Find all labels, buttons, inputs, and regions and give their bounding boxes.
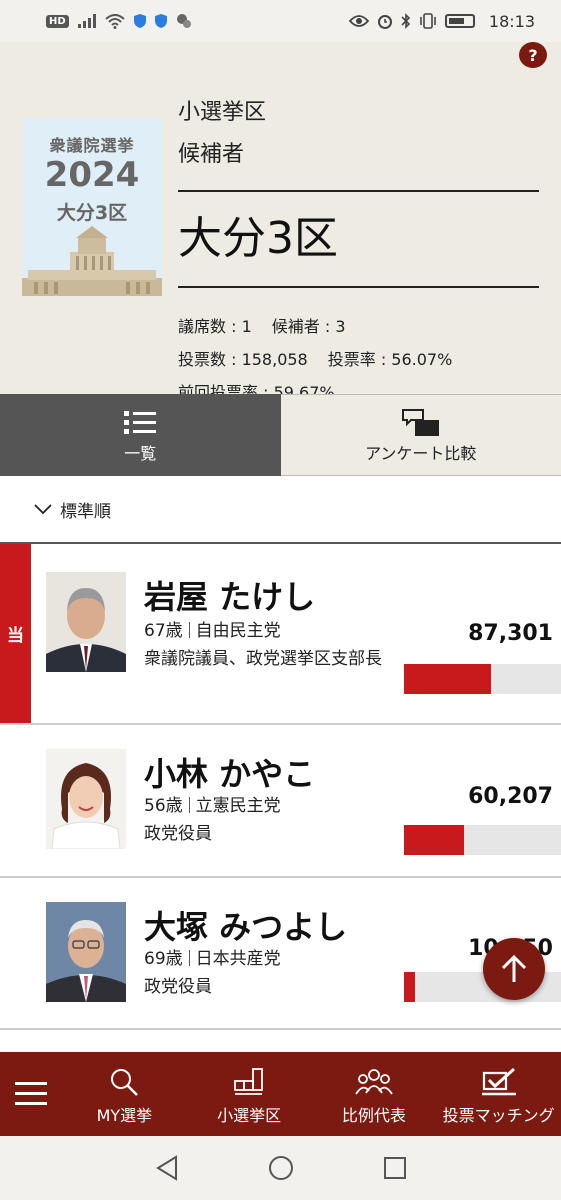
view-tabs: 一覧 アンケート比較 — [0, 394, 561, 476]
tab-list-label: 一覧 — [124, 444, 157, 463]
diet-building-icon — [22, 226, 162, 296]
eye-icon — [348, 15, 369, 27]
home-icon[interactable] — [267, 1154, 295, 1182]
candidate-party: 立憲民主党 — [195, 796, 281, 816]
scroll-to-top-button[interactable] — [483, 938, 545, 1000]
candidate-age-party: 56歳 立憲民主党 — [144, 792, 394, 820]
compare-icon — [401, 406, 441, 440]
candidate-votes: 60,207 — [468, 784, 553, 809]
chevron-down-icon — [34, 504, 52, 515]
bottom-navigation: MY選挙 小選挙区 比例代表 投票マッチング — [0, 1052, 561, 1136]
vote-share-bar — [404, 825, 561, 855]
divider — [178, 190, 539, 192]
candidate-card[interactable]: 小林 かやこ 56歳 立憲民主党 政党役員 60,207 — [0, 725, 561, 878]
election-badge: 衆議院選挙 2024 大分3区 — [22, 118, 162, 296]
candidate-name: 大塚 みつよし — [144, 908, 348, 946]
district-header: ? 衆議院選挙 2024 大分3区 小選挙区 候補者 大分3区 議席数 : 1 候… — [0, 42, 561, 402]
nav-label: 投票マッチング — [442, 1106, 555, 1125]
turnout: 投票率 : 56.07% — [327, 350, 453, 369]
candidate-card[interactable]: 当 岩屋 たけし 67歳 自由民主党 衆議院議員、政党選挙区支部長 87,301 — [0, 544, 561, 725]
badge-year: 2024 — [44, 155, 140, 195]
candidate-party: 日本共産党 — [195, 949, 281, 969]
nav-vote-matching[interactable]: 投票マッチング — [436, 1052, 561, 1136]
vote-check-icon — [480, 1062, 518, 1102]
candidate-age: 69歳 — [144, 949, 183, 969]
candidate-details: 56歳 立憲民主党 政党役員 — [144, 792, 394, 848]
clock: 18:13 — [488, 11, 535, 31]
candidate-party: 自由民主党 — [195, 621, 281, 641]
candidate-age-party: 69歳 日本共産党 — [144, 945, 394, 973]
back-icon[interactable] — [154, 1155, 180, 1181]
nav-label: 比例代表 — [341, 1106, 406, 1125]
alarm-icon — [377, 15, 392, 29]
sort-label: 標準順 — [60, 501, 111, 522]
vote-share-fill — [404, 825, 464, 855]
people-icon — [355, 1062, 393, 1102]
vote-share-bar — [404, 664, 561, 694]
candidate-role: 政党役員 — [144, 824, 212, 844]
vote-share-fill — [404, 664, 491, 694]
battery-icon — [444, 14, 475, 28]
candidate-photo — [46, 749, 126, 849]
stats-row-2: 投票数 : 158,058 投票率 : 56.07% — [178, 343, 539, 376]
district-icon — [233, 1062, 265, 1102]
sort-selector[interactable]: 標準順 — [0, 476, 561, 544]
wifi-icon — [105, 13, 125, 29]
stats-row-1: 議席数 : 1 候補者 : 3 — [178, 310, 539, 343]
election-category: 小選挙区 — [178, 100, 267, 125]
badge-district: 大分3区 — [56, 202, 128, 224]
winner-badge: 当 — [0, 544, 31, 723]
vibrate-icon — [420, 13, 436, 29]
nav-proportional[interactable]: 比例代表 — [312, 1052, 437, 1136]
seats-count: 議席数 : 1 — [178, 317, 252, 336]
page-title: 大分3区 — [178, 213, 338, 264]
signal-icon — [77, 14, 96, 28]
help-button[interactable]: ? — [519, 42, 547, 68]
tab-survey-compare-label: アンケート比較 — [365, 444, 477, 463]
recent-apps-icon[interactable] — [383, 1156, 407, 1180]
system-navigation-bar — [0, 1136, 561, 1200]
hd-badge: HD — [46, 14, 69, 28]
nav-label: MY選挙 — [96, 1106, 153, 1125]
settings-icon — [176, 14, 191, 28]
arrow-up-icon — [501, 954, 527, 982]
nav-single-seat[interactable]: 小選挙区 — [187, 1052, 312, 1136]
candidate-age: 56歳 — [144, 796, 183, 816]
tab-survey-compare[interactable]: アンケート比較 — [280, 394, 561, 476]
bluetooth-icon — [401, 13, 411, 29]
district-info: 小選挙区 候補者 大分3区 議席数 : 1 候補者 : 3 投票数 : 158,0… — [178, 98, 539, 409]
vote-share-fill — [404, 972, 415, 1002]
candidate-votes: 87,301 — [468, 621, 553, 646]
candidate-list: 当 岩屋 たけし 67歳 自由民主党 衆議院議員、政党選挙区支部長 87,301 … — [0, 544, 561, 1030]
candidate-card[interactable]: 大塚 みつよし 69歳日本共産党 政党役員 10,550 — [0, 878, 561, 1030]
status-bar: HD 18:13 — [0, 0, 561, 42]
candidate-photo — [46, 572, 126, 672]
candidate-details: 67歳 自由民主党 衆議院議員、政党選挙区支部長 — [144, 617, 394, 673]
hamburger-icon — [15, 1082, 47, 1105]
candidate-age-party: 67歳 自由民主党 — [144, 617, 394, 645]
nav-label: 小選挙区 — [217, 1106, 282, 1125]
candidate-age: 67歳 — [144, 621, 183, 641]
candidate-name: 岩屋 たけし — [144, 578, 316, 616]
candidate-photo — [46, 902, 126, 1002]
divider — [178, 286, 539, 288]
candidate-role: 政党役員 — [144, 977, 212, 997]
search-icon — [109, 1062, 139, 1102]
page-subtitle: 候補者 — [178, 142, 245, 167]
nav-my-election[interactable]: MY選挙 — [62, 1052, 187, 1136]
shield-icon — [133, 14, 146, 28]
menu-button[interactable] — [0, 1052, 62, 1136]
candidate-name: 小林 かやこ — [144, 755, 316, 793]
candidates-count: 候補者 : 3 — [271, 317, 346, 336]
status-right-icons: 18:13 — [348, 11, 535, 31]
shield-icon — [154, 14, 167, 28]
candidate-details: 69歳 日本共産党 政党役員 — [144, 945, 394, 1001]
tab-list[interactable]: 一覧 — [0, 394, 281, 476]
candidate-role: 衆議院議員、政党選挙区支部長 — [144, 649, 382, 669]
total-votes: 投票数 : 158,058 — [178, 350, 308, 369]
status-left-icons: HD — [46, 13, 192, 29]
list-icon — [124, 406, 157, 440]
badge-election-name: 衆議院選挙 — [49, 136, 135, 155]
